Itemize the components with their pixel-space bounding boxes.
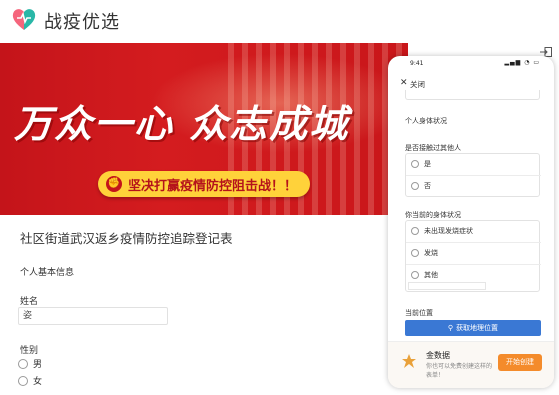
close-label[interactable]: 关闭 [410,79,425,90]
close-icon[interactable]: ✕ [400,78,408,88]
form-title: 社区街道武汉返乡疫情防控追踪登记表 [20,231,233,246]
phone-preview: 9:41 ▂▄▆ ◔ ▭ ✕ 关闭 个人身体状况 是否接触过其他人 是 否 你当… [388,56,554,388]
banner-slogan-main: 万众一心 众志成城 [14,102,350,146]
previous-field-box [405,90,540,100]
get-location-label: 获取地理位置 [456,324,499,332]
promo-desc: 你也可以免费创建这样的表单！ [426,363,493,379]
status-time: 9:41 [410,60,424,67]
condition-option-label: 未出现发烧症状 [424,227,473,235]
contact-question: 是否接触过其他人 [405,144,461,152]
get-location-button[interactable]: ⚲ 获取地理位置 [405,320,541,336]
condition-option-no-fever[interactable]: 未出现发烧症状 [411,226,473,236]
fist-icon: ✊ [106,176,122,192]
divider [406,242,541,243]
radio-icon[interactable] [411,227,419,235]
radio-icon[interactable] [411,271,419,279]
start-create-button[interactable]: 开始创建 [498,354,542,371]
gender-label: 性别 [20,346,39,356]
divider [406,264,541,265]
condition-option-label: 发烧 [424,249,438,257]
radio-icon[interactable] [411,249,419,257]
app-title: 战疫优选 [44,12,120,33]
condition-option-fever[interactable]: 发烧 [411,248,438,258]
other-condition-input[interactable] [408,282,486,290]
name-input[interactable]: 姿 [18,307,168,325]
contact-option-label: 否 [424,182,431,190]
condition-option-label: 其他 [424,271,438,279]
gender-option-label: 女 [33,377,43,387]
gender-option-female[interactable]: 女 [18,374,42,387]
radio-icon[interactable] [18,358,28,369]
gender-option-male[interactable]: 男 [18,357,42,370]
location-label: 当前位置 [405,309,433,317]
logo-bar: 战疫优选 [0,0,559,40]
contact-options: 是 否 [405,153,541,197]
name-label: 姓名 [20,297,39,307]
phone-status-bar: 9:41 ▂▄▆ ◔ ▭ [388,56,554,70]
location-pin-icon: ⚲ [447,324,454,332]
divider [406,175,541,176]
signal-wifi-battery-icons: ▂▄▆ ◔ ▭ [504,59,540,66]
promo-name: 金数据 [426,351,450,360]
contact-option-yes[interactable]: 是 [411,159,431,169]
radio-icon[interactable] [411,182,419,190]
banner-slogan-sub: 坚决打赢疫情防控阻击战！！ [128,178,298,194]
banner-slogan-pill: ✊ 坚决打赢疫情防控阻击战！！ [98,171,310,197]
gender-option-label: 男 [33,360,43,370]
contact-option-no[interactable]: 否 [411,181,431,191]
promo-bar: 金数据 你也可以免费创建这样的表单！ 开始创建 [388,341,554,388]
section-title-basic: 个人基本信息 [20,268,75,278]
condition-option-other[interactable]: 其他 [411,270,438,280]
condition-question: 你当前的身体状况 [405,211,461,219]
section-title-health: 个人身体状况 [405,117,447,125]
heart-logo-icon [12,9,36,30]
contact-option-label: 是 [424,160,431,168]
radio-icon[interactable] [411,160,419,168]
jinshuju-logo-icon [402,354,416,368]
radio-icon[interactable] [18,375,28,386]
banner: 万众一心 众志成城 ✊ 坚决打赢疫情防控阻击战！！ [0,43,408,215]
